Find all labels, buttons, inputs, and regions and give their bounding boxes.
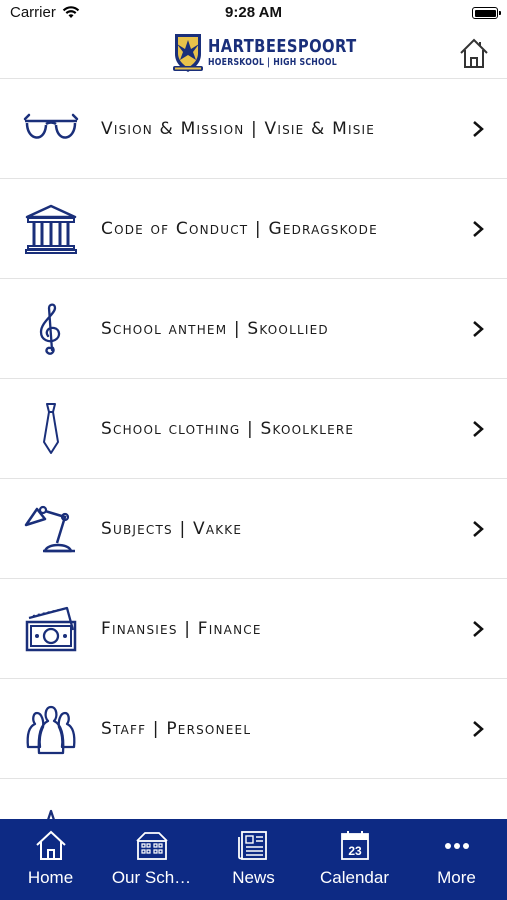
chevron-right-icon	[473, 121, 484, 137]
menu-item-subjects[interactable]: Subjects | Vakke	[0, 479, 507, 579]
tie-icon	[43, 403, 59, 454]
menu-item-school-anthem[interactable]: School anthem | Skoollied	[0, 279, 507, 379]
crest-icon	[173, 34, 203, 72]
chevron-right-icon	[473, 721, 484, 737]
people-icon	[26, 705, 76, 755]
more-dots-icon	[444, 843, 469, 849]
chevron-right-icon	[473, 321, 484, 337]
menu-item-label: Vision & Mission | Visie & Misie	[101, 119, 376, 139]
treble-clef-icon	[39, 303, 61, 355]
chevron-right-icon	[473, 421, 484, 437]
school-building-icon	[135, 832, 168, 860]
menu-list: Vision & Mission | Visie & Misie Code of…	[0, 79, 507, 879]
menu-item-school-clothing[interactable]: School clothing | Skoolklere	[0, 379, 507, 479]
tab-calendar[interactable]: 23 Calendar	[304, 819, 405, 900]
logo-subtitle: HOËRSKOOL | HIGH SCHOOL	[208, 57, 337, 68]
menu-item-label: Finansies | Finance	[101, 619, 262, 639]
tab-bar: Home Our Sch… News 23 Calendar More	[0, 819, 507, 900]
tab-our-school[interactable]: Our Sch…	[101, 819, 202, 900]
school-logo[interactable]: HARTBEESPOORT HOËRSKOOL | HIGH SCHOOL	[172, 31, 389, 75]
app-header: HARTBEESPOORT HOËRSKOOL | HIGH SCHOOL	[0, 28, 507, 79]
menu-item-code-of-conduct[interactable]: Code of Conduct | Gedragskode	[0, 179, 507, 279]
home-icon	[35, 830, 66, 860]
calendar-icon: 23	[340, 831, 369, 860]
menu-item-label: School clothing | Skoolklere	[101, 419, 355, 439]
menu-item-label: School anthem | Skoollied	[101, 319, 329, 339]
tab-label: More	[437, 868, 476, 887]
tab-label: Calendar	[320, 868, 389, 887]
chevron-right-icon	[473, 621, 484, 637]
tab-label: News	[232, 868, 275, 887]
status-bar: Carrier 9:28 AM	[0, 0, 507, 28]
clock: 9:28 AM	[225, 4, 282, 21]
newspaper-icon	[237, 831, 267, 860]
chevron-right-icon	[473, 221, 484, 237]
tab-label: Our Sch…	[111, 868, 192, 887]
menu-item-label: Staff | Personeel	[101, 719, 252, 739]
tab-news[interactable]: News	[203, 819, 304, 900]
tab-label: Home	[27, 868, 74, 887]
calendar-day: 23	[348, 844, 362, 858]
menu-item-label: Subjects | Vakke	[101, 519, 243, 539]
battery-icon	[472, 7, 501, 19]
menu-item-vision-mission[interactable]: Vision & Mission | Visie & Misie	[0, 79, 507, 179]
menu-item-staff[interactable]: Staff | Personeel	[0, 679, 507, 779]
building-columns-icon	[25, 204, 77, 254]
logo-title: HARTBEESPOORT	[208, 36, 357, 57]
menu-item-label: Code of Conduct | Gedragskode	[101, 219, 378, 239]
chevron-right-icon	[473, 521, 484, 537]
money-icon	[25, 606, 77, 652]
home-icon[interactable]	[457, 36, 491, 70]
tab-more[interactable]: More	[406, 819, 507, 900]
desk-lamp-icon	[24, 505, 75, 553]
glasses-icon	[23, 113, 79, 139]
menu-item-finance[interactable]: Finansies | Finance	[0, 579, 507, 679]
tab-home[interactable]: Home	[0, 819, 101, 900]
